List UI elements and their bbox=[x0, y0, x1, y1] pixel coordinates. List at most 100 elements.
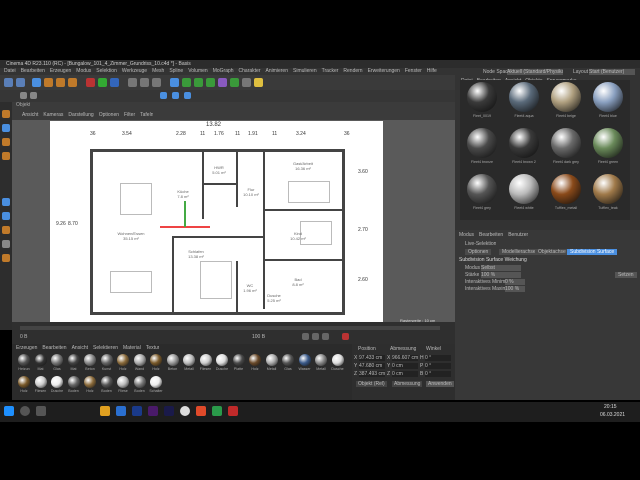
menu-item[interactable]: Modus bbox=[76, 68, 91, 74]
material-menu-item[interactable]: Bearbeiten bbox=[42, 345, 66, 351]
material-swatch[interactable] bbox=[265, 354, 278, 366]
x-axis-icon[interactable] bbox=[86, 78, 95, 87]
cinema4d-icon[interactable] bbox=[180, 406, 190, 416]
asset-material-ball[interactable] bbox=[593, 128, 623, 158]
menu-item[interactable]: Erzeugen bbox=[50, 68, 71, 74]
solo-icon[interactable] bbox=[2, 254, 10, 262]
coord-field[interactable]: 97.433 cm bbox=[359, 355, 385, 361]
material-swatch[interactable] bbox=[34, 376, 47, 388]
material-swatch[interactable] bbox=[298, 354, 311, 366]
move-tool-icon[interactable] bbox=[44, 78, 53, 87]
timeline[interactable]: 0 B 100 B bbox=[12, 322, 455, 344]
viewport-menu-item[interactable]: Tafeln bbox=[140, 112, 153, 118]
asset-material-ball[interactable] bbox=[509, 82, 539, 112]
scale-tool-icon[interactable] bbox=[56, 78, 65, 87]
attr-menu-item[interactable]: Benutzer bbox=[508, 232, 528, 238]
material-swatch[interactable] bbox=[67, 354, 80, 366]
cube-icon[interactable] bbox=[170, 78, 179, 87]
attr-field-value[interactable]: 0 % bbox=[505, 279, 525, 285]
pdf-icon[interactable] bbox=[228, 406, 238, 416]
material-menu-item[interactable]: Ansicht bbox=[72, 345, 88, 351]
y-axis-icon[interactable] bbox=[98, 78, 107, 87]
menu-item[interactable]: Volumen bbox=[188, 68, 207, 74]
points-icon[interactable] bbox=[2, 198, 10, 206]
material-swatch[interactable] bbox=[18, 354, 30, 366]
material-swatch[interactable] bbox=[315, 354, 327, 366]
menu-item[interactable]: Hilfe bbox=[427, 68, 437, 74]
menu-item[interactable]: MoGraph bbox=[213, 68, 234, 74]
render-settings-icon[interactable] bbox=[152, 78, 161, 87]
asset-material-ball[interactable] bbox=[551, 128, 581, 158]
polygon-mode-icon[interactable] bbox=[160, 92, 167, 99]
menu-item[interactable]: Werkzeuge bbox=[122, 68, 147, 74]
material-swatch[interactable] bbox=[282, 354, 294, 366]
task-view-icon[interactable] bbox=[36, 406, 46, 416]
z-axis-icon[interactable] bbox=[110, 78, 119, 87]
play-icon[interactable] bbox=[312, 333, 319, 340]
asset-material-ball[interactable] bbox=[593, 174, 623, 204]
material-swatch[interactable] bbox=[150, 354, 162, 366]
windows-start-icon[interactable] bbox=[4, 406, 14, 416]
record-icon[interactable] bbox=[342, 333, 349, 340]
timeline-track[interactable] bbox=[20, 326, 440, 330]
viewport-menu-item[interactable]: Ansicht bbox=[22, 112, 38, 118]
layout-select[interactable]: Start (Benutzer) bbox=[589, 69, 635, 75]
menu-item[interactable]: Simulieren bbox=[293, 68, 317, 74]
texture-mode-icon[interactable] bbox=[2, 124, 10, 132]
attr-field-value[interactable]: 100 % bbox=[481, 272, 521, 278]
material-swatch[interactable] bbox=[249, 354, 261, 366]
coord-field[interactable]: 0 ° bbox=[425, 371, 451, 377]
coord-field[interactable]: 47.680 cm bbox=[359, 363, 385, 369]
asset-material-ball[interactable] bbox=[467, 174, 497, 204]
material-swatch[interactable] bbox=[150, 376, 162, 388]
array-icon[interactable] bbox=[206, 78, 215, 87]
snap-icon[interactable] bbox=[20, 92, 27, 99]
menu-item[interactable]: Rendern bbox=[343, 68, 362, 74]
material-swatch[interactable] bbox=[117, 354, 129, 366]
material-swatch[interactable] bbox=[100, 376, 113, 388]
search-icon[interactable] bbox=[20, 406, 30, 416]
viewport-menu-item[interactable]: Kameras bbox=[43, 112, 63, 118]
material-swatch[interactable] bbox=[51, 376, 63, 388]
asset-material-ball[interactable] bbox=[467, 128, 497, 158]
menu-item[interactable]: Tracker bbox=[322, 68, 339, 74]
browser-icon[interactable] bbox=[116, 406, 126, 416]
coord-field[interactable]: 0 ° bbox=[425, 363, 451, 369]
material-swatch[interactable] bbox=[18, 376, 30, 388]
menu-item[interactable]: Selektion bbox=[96, 68, 117, 74]
coord-field[interactable]: 387.493 cm bbox=[359, 371, 385, 377]
asset-material-ball[interactable] bbox=[551, 82, 581, 112]
material-menu-item[interactable]: Erzeugen bbox=[16, 345, 37, 351]
menu-item[interactable]: Animieren bbox=[265, 68, 288, 74]
coord-field[interactable]: 0 ° bbox=[425, 355, 451, 361]
material-swatch[interactable] bbox=[133, 376, 146, 388]
rotate-tool-icon[interactable] bbox=[68, 78, 77, 87]
material-swatch[interactable] bbox=[133, 354, 146, 366]
asset-material-ball[interactable] bbox=[551, 174, 581, 204]
asset-material-ball[interactable] bbox=[509, 128, 539, 158]
attr-field-value[interactable]: Selbst bbox=[481, 265, 521, 271]
edge-mode-icon[interactable] bbox=[172, 92, 179, 99]
material-swatch[interactable] bbox=[183, 354, 195, 366]
asset-material-ball[interactable] bbox=[593, 82, 623, 112]
attr-tab[interactable]: Modellierachse bbox=[499, 249, 539, 255]
floor-icon[interactable] bbox=[230, 78, 239, 87]
asset-material-ball[interactable] bbox=[467, 82, 497, 112]
file-explorer-icon[interactable] bbox=[100, 406, 110, 416]
after-effects-icon[interactable] bbox=[148, 406, 158, 416]
menu-item[interactable]: Datei bbox=[4, 68, 16, 74]
material-swatch[interactable] bbox=[84, 354, 96, 366]
app-icon[interactable] bbox=[212, 406, 222, 416]
render-picture-icon[interactable] bbox=[140, 78, 149, 87]
menu-item[interactable]: Bearbeiten bbox=[21, 68, 45, 74]
light-icon[interactable] bbox=[254, 78, 263, 87]
material-swatch[interactable] bbox=[117, 376, 129, 388]
apply-button[interactable]: Anwenden bbox=[426, 381, 454, 387]
select-tool-icon[interactable] bbox=[32, 78, 41, 87]
point-mode-icon[interactable] bbox=[184, 92, 191, 99]
attr-menu-item[interactable]: Modus bbox=[459, 232, 474, 238]
premiere-icon[interactable] bbox=[164, 406, 174, 416]
workplane-icon[interactable] bbox=[30, 92, 37, 99]
photoshop-icon[interactable] bbox=[132, 406, 142, 416]
coord-field[interactable]: 966.607 cm bbox=[392, 355, 418, 361]
